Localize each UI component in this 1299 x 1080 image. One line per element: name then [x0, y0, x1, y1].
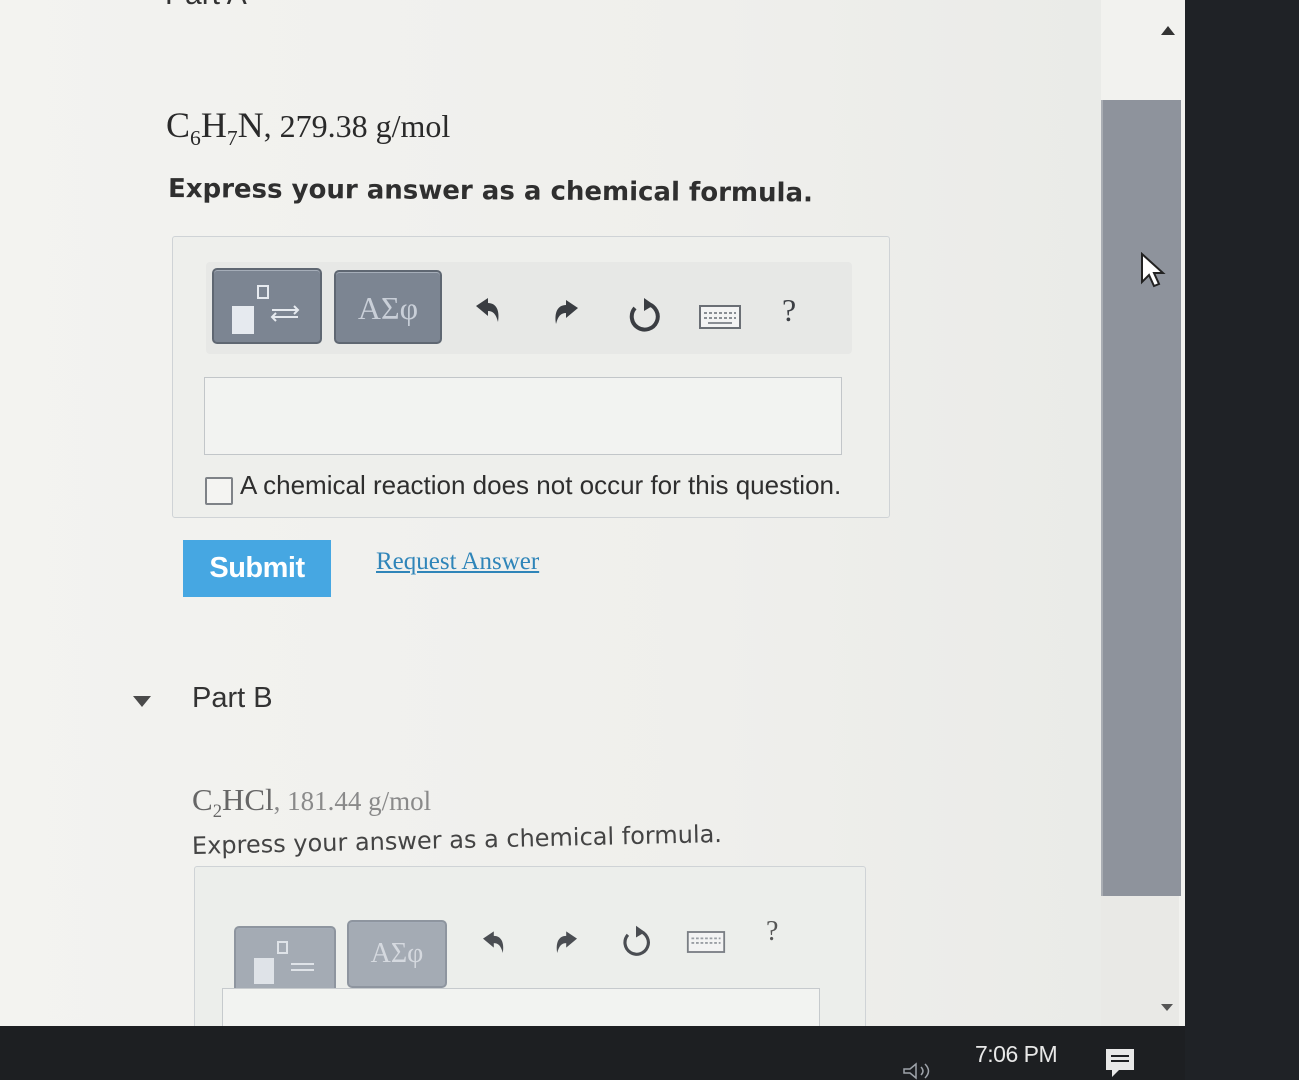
cursor-icon — [1141, 252, 1166, 288]
part-a-heading: Part A — [165, 0, 247, 12]
assignment-content: Part A C6H7N, 279.38 g/mol Express your … — [0, 0, 1185, 1080]
request-answer-link[interactable]: Request Answer — [376, 548, 539, 576]
undo-icon[interactable] — [474, 926, 510, 962]
part-b-heading[interactable]: Part B — [192, 682, 273, 715]
formula-subscript: 2 — [212, 801, 222, 823]
greek-symbols-button[interactable]: ΑΣφ — [334, 270, 442, 344]
formula-element: C — [192, 782, 213, 817]
reset-icon[interactable] — [624, 296, 664, 336]
formula-element: HCl — [221, 782, 274, 817]
greek-label: ΑΣφ — [357, 290, 419, 326]
submit-button[interactable]: Submit — [183, 540, 331, 597]
formula-element: H — [200, 105, 227, 145]
keyboard-icon[interactable] — [686, 928, 726, 956]
part-a-instruction: Express your answer as a chemical formul… — [167, 174, 814, 209]
greek-label: ΑΣφ — [370, 938, 424, 969]
template-button[interactable] — [212, 268, 322, 344]
part-a-formula: C6H7N, 279.38 g/mol — [166, 104, 450, 151]
no-reaction-checkbox[interactable] — [205, 477, 233, 505]
part-b-formula: C2HCl, 181.44 g/mol — [192, 782, 431, 823]
redo-icon[interactable] — [548, 294, 588, 334]
keyboard-icon[interactable] — [698, 302, 742, 332]
greek-symbols-button[interactable]: ΑΣφ — [347, 920, 447, 988]
scroll-down-icon[interactable] — [1161, 1004, 1173, 1011]
redo-icon[interactable] — [550, 926, 586, 962]
taskbar-clock[interactable]: 7:06 PM — [975, 1041, 1058, 1068]
help-icon[interactable]: ? — [782, 292, 796, 329]
template-icon — [232, 285, 300, 334]
help-icon[interactable]: ? — [766, 916, 778, 948]
scroll-up-icon[interactable] — [1161, 26, 1175, 35]
part-b-instruction: Express your answer as a chemical formul… — [191, 819, 723, 860]
part-a-answer-input[interactable] — [204, 377, 842, 455]
notification-icon[interactable] — [1103, 1046, 1137, 1080]
formula-subscript: 6 — [190, 126, 201, 151]
formula-element: N — [237, 105, 264, 145]
molar-mass: , 279.38 g/mol — [263, 108, 451, 144]
speaker-icon[interactable] — [902, 1062, 936, 1080]
caret-down-icon[interactable] — [133, 696, 151, 707]
template-button[interactable] — [234, 926, 336, 994]
undo-icon[interactable] — [466, 292, 506, 332]
formula-subscript: 7 — [226, 126, 238, 151]
no-reaction-label: A chemical reaction does not occur for t… — [240, 470, 842, 500]
molar-mass: , 181.44 g/mol — [273, 786, 432, 816]
scrollbar-thumb[interactable] — [1101, 100, 1181, 896]
reset-icon[interactable] — [618, 924, 654, 960]
browser-viewport: Part A C6H7N, 279.38 g/mol Express your … — [0, 0, 1185, 1080]
formula-element: C — [166, 105, 191, 145]
template-icon — [254, 941, 314, 984]
